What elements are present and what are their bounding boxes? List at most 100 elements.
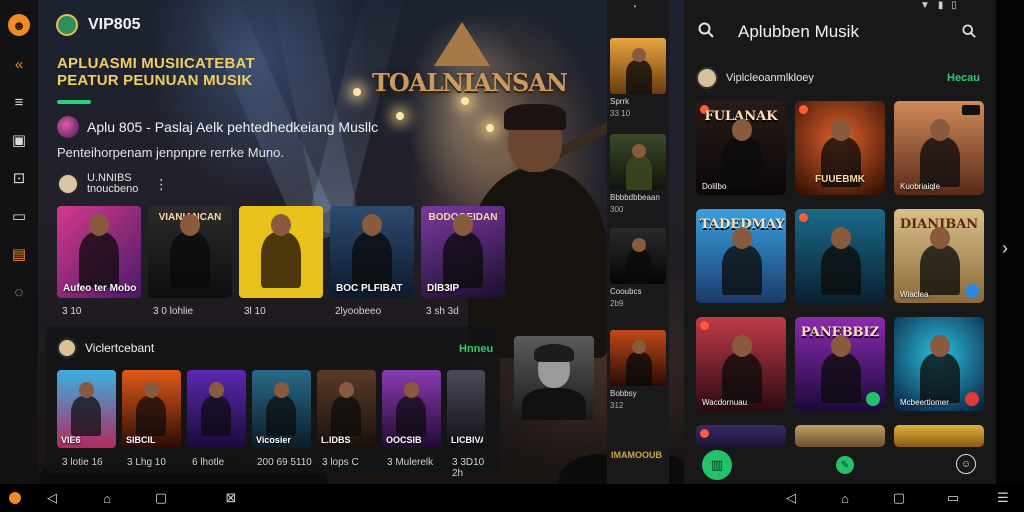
library-icon[interactable]: ▥: [702, 450, 732, 480]
album-card[interactable]: [795, 425, 885, 447]
emblem-text: TOALNIANSAN: [372, 68, 568, 97]
right-album-grid: FULANAK Dolilbo FUUEBMK Kuobriaiqle TADED…: [696, 101, 984, 447]
music-folder-icon[interactable]: ▤: [9, 244, 29, 264]
album-card[interactable]: [696, 425, 786, 447]
right-section-header: Viplcleoanmlkloey: [696, 67, 814, 89]
home-icon[interactable]: ⌂: [99, 490, 115, 506]
app-avatar[interactable]: [56, 14, 78, 36]
bell-icon[interactable]: ◔: [631, 2, 637, 13]
album-row-1: Aufeo ter Mobo VIANIANCAN BOC PLFIBAT BO…: [57, 206, 505, 298]
album-card[interactable]: Kuobriaiqle: [894, 101, 984, 195]
recents-icon[interactable]: ▢: [153, 490, 169, 506]
author-row[interactable]: U.NNIBS tnoucbeno ⋮: [57, 173, 168, 195]
multiwindow-icon[interactable]: ▭: [945, 490, 961, 506]
song-title: Aplu 805 - Paslaj Aelk pehtedhedkeiang M…: [87, 119, 379, 135]
search-icon[interactable]: [698, 22, 714, 38]
recents-icon[interactable]: ▢: [891, 490, 907, 506]
featured-song[interactable]: Aplu 805 - Paslaj Aelk pehtedhedkeiang M…: [57, 116, 378, 138]
album-card[interactable]: [239, 206, 323, 298]
play-icon[interactable]: [965, 392, 979, 406]
album-card[interactable]: FULANAK Dolilbo: [696, 101, 786, 195]
layers-icon[interactable]: ≡: [9, 92, 29, 112]
search-icon[interactable]: [962, 24, 976, 38]
album-card[interactable]: TADEDMAY: [696, 209, 786, 303]
album-card[interactable]: VIANIANCAN: [148, 206, 232, 298]
album-meta: 3 10: [62, 306, 82, 317]
album-card[interactable]: L.IDBS: [317, 370, 376, 448]
strip-item[interactable]: Cooubcs 2b9: [610, 228, 666, 308]
album-card[interactable]: [795, 209, 885, 303]
album-caption: BOC PLFIBAT: [336, 283, 403, 294]
home-icon[interactable]: ⌂: [837, 490, 853, 506]
album-card[interactable]: BOC PLFIBAT: [330, 206, 414, 298]
strip-item-label: Sprrk: [610, 97, 630, 106]
record-dot-icon[interactable]: [9, 492, 21, 504]
album-card[interactable]: BODOGEIDAN DlB3IP: [421, 206, 505, 298]
strip-item[interactable]: Bobbsy 312: [610, 330, 666, 410]
album-meta: 3l 10: [244, 306, 266, 317]
chat-icon[interactable]: ◌: [9, 282, 29, 302]
more-options-icon[interactable]: ⋮: [154, 176, 168, 193]
section-2-more-link[interactable]: Hnneu: [459, 343, 493, 355]
album-card[interactable]: FUUEBMK: [795, 101, 885, 195]
album-caption: Dolilbo: [702, 182, 727, 191]
chevron-right-icon[interactable]: ›: [1002, 238, 1008, 259]
author-name: U.NNIBS tnoucbeno: [87, 173, 138, 195]
album-row-1-meta: 3 10 3 0 lohlie 3l 10 2lyoobeeo 3 sh 3d: [62, 306, 517, 317]
song-avatar: [57, 116, 79, 138]
album-card[interactable]: [894, 425, 984, 447]
screenshot-icon[interactable]: ⊠: [223, 490, 239, 506]
album-meta: 3 Mulerelk: [387, 457, 434, 468]
album-card[interactable]: PANEBBIZ: [795, 317, 885, 411]
monitor-icon[interactable]: ▭: [9, 206, 29, 226]
album-caption: L.IDBS: [321, 435, 351, 445]
menu-icon[interactable]: ☰: [995, 490, 1011, 506]
album-caption: Wacdornuau: [702, 398, 748, 407]
album-caption: Wiaclea: [900, 290, 929, 299]
strip-item[interactable]: Sprrk 33 10: [610, 38, 666, 118]
profile-icon[interactable]: ☺: [956, 454, 976, 474]
back-icon[interactable]: ◁: [44, 490, 60, 506]
hero-accent-bar: [57, 100, 91, 104]
back-arrow-icon[interactable]: «: [9, 54, 29, 74]
album-meta: 3 sh 3d: [426, 306, 459, 317]
hero-headline-line1: APLUASMI MUSIICATEBAT: [57, 55, 255, 72]
author-avatar: [57, 173, 79, 195]
album-card[interactable]: [187, 370, 246, 448]
album-card[interactable]: Vicosier: [252, 370, 311, 448]
screen: ☻ « ≡ ▣ ⊡ ▭ ▤ ◌ TOALNIANSAN VIP805 APLUA…: [0, 0, 1024, 512]
app-logo-icon[interactable]: ☻: [8, 14, 30, 36]
right-app-header: Aplubben Musik: [684, 10, 996, 56]
app-header: VIP805: [56, 14, 140, 36]
inbox-icon[interactable]: ▣: [9, 130, 29, 150]
album-meta: 6 lhotle: [192, 457, 225, 468]
album-card[interactable]: Aufeo ter Mobo: [57, 206, 141, 298]
album-caption: OOCSIB: [386, 435, 422, 445]
right-section-title: Viplcleoanmlkloey: [726, 72, 814, 84]
play-icon[interactable]: [866, 392, 880, 406]
left-rail: ☻ « ≡ ▣ ⊡ ▭ ▤ ◌: [0, 0, 38, 484]
album-card[interactable]: Wacdornuau: [696, 317, 786, 411]
portrait-card[interactable]: [514, 336, 594, 420]
strip-item[interactable]: Bbbbdbbeaan 300: [610, 134, 666, 214]
album-caption: LICBIVAIE: [451, 435, 483, 445]
section-avatar: [57, 338, 77, 358]
album-card[interactable]: Mcbeertlomer: [894, 317, 984, 411]
hero-headline-line2: PEATUR PEUNUAN MUSIK: [57, 72, 253, 89]
album-card[interactable]: LICBIVAIE: [447, 370, 485, 448]
strip-item-meta: 33 10: [610, 109, 631, 118]
triangle-logo-icon: [434, 22, 490, 66]
right-section-more-link[interactable]: Hecau: [947, 72, 980, 84]
album-card[interactable]: SIBCIL: [122, 370, 181, 448]
album-card[interactable]: OOCSIB: [382, 370, 441, 448]
play-icon[interactable]: [965, 284, 979, 298]
album-card[interactable]: VIE6: [57, 370, 116, 448]
album-card[interactable]: DIANIBAN Wiaclea: [894, 209, 984, 303]
gallery-icon[interactable]: ⊡: [9, 168, 29, 188]
album-caption: Mcbeertlomer: [900, 398, 949, 407]
compose-icon[interactable]: ✎: [836, 456, 854, 474]
album-meta: 3 0 lohlie: [153, 306, 194, 317]
strip-bottom-label[interactable]: IMAMOOUB: [611, 450, 662, 460]
song-subtitle: Penteihorpenam jenpnpre rerrke Muno.: [57, 145, 284, 160]
back-icon[interactable]: ◁: [783, 490, 799, 506]
